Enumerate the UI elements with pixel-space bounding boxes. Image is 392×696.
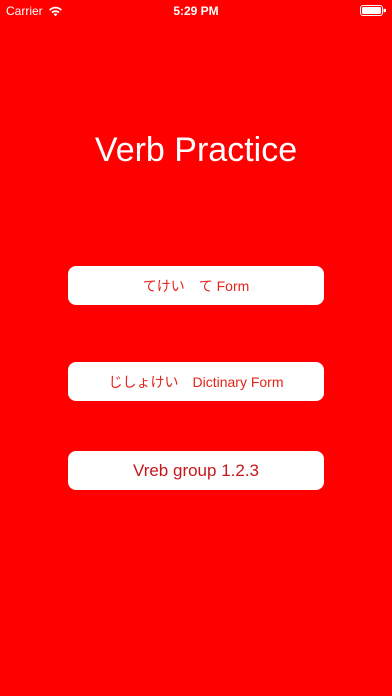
verb-group-button[interactable]: Vreb group 1.2.3: [68, 451, 324, 490]
page-title: Verb Practice: [94, 131, 298, 169]
status-time: 5:29 PM: [173, 4, 219, 18]
battery-icon: [360, 5, 386, 16]
status-bar: Carrier 5:29 PM: [0, 0, 392, 22]
dictionary-form-button[interactable]: じしょけい Dictinary Form: [68, 362, 324, 401]
te-form-button[interactable]: てけい て Form: [68, 266, 324, 305]
